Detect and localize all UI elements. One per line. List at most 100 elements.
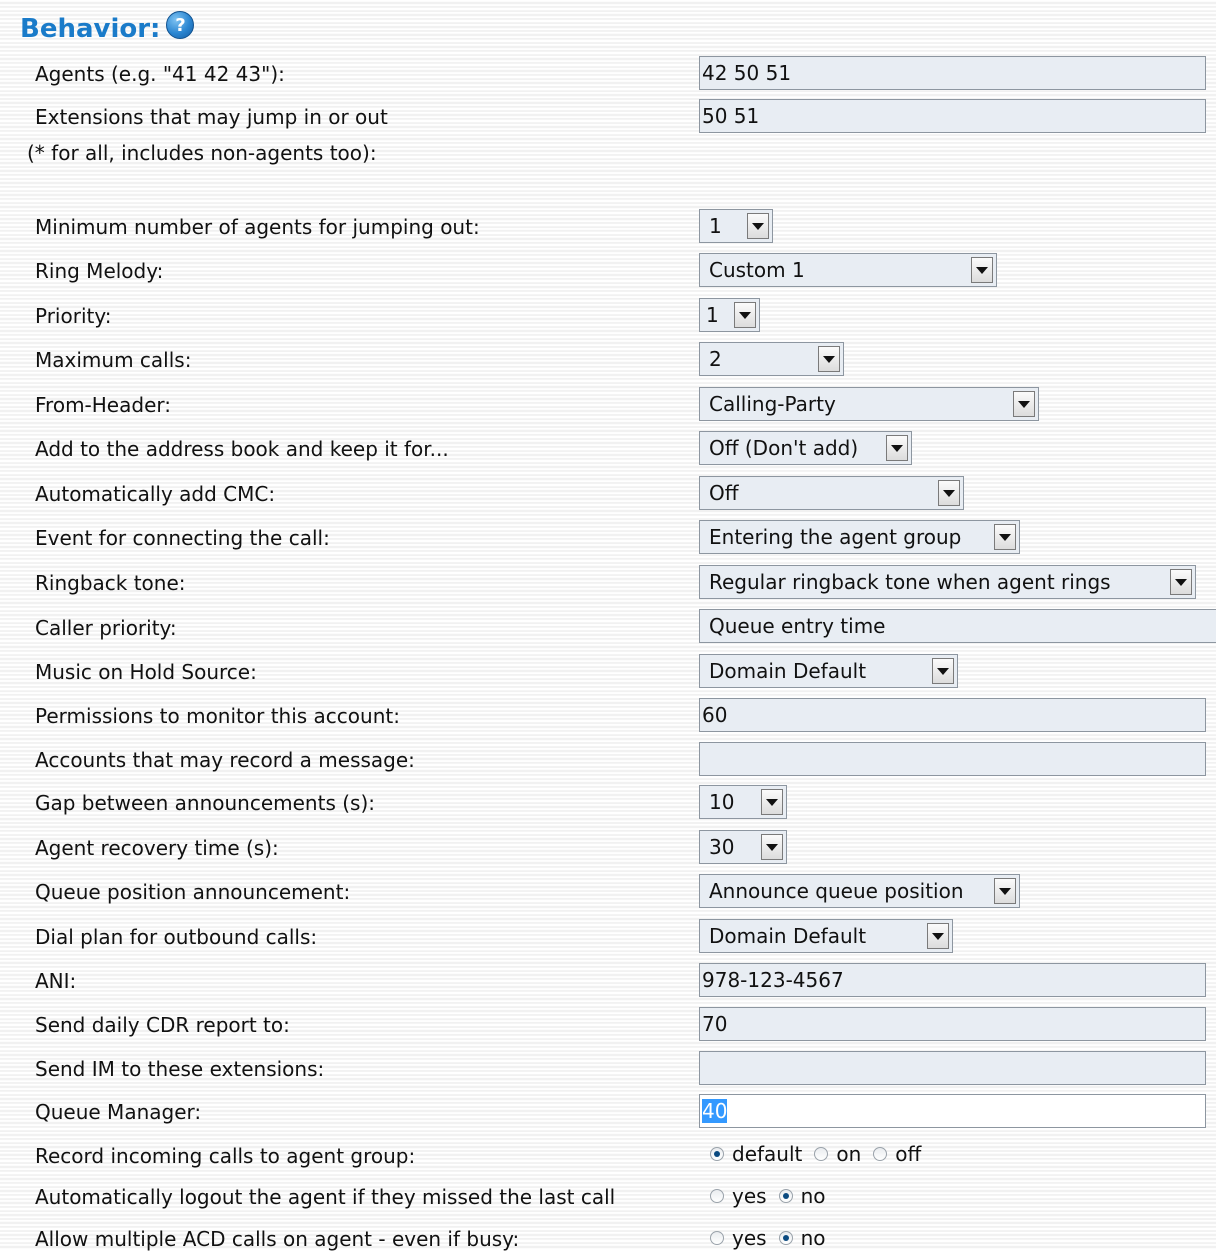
queue-pos-select[interactable]: Announce queue position [699, 874, 1020, 908]
caller-priority-select[interactable]: Queue entry time [699, 609, 1216, 643]
dial-plan-value: Domain Default [709, 924, 867, 948]
multi-acd-label: Allow multiple ACD calls on agent - even… [35, 1227, 520, 1251]
moh-value: Domain Default [709, 659, 867, 683]
max-calls-label: Maximum calls: [35, 348, 192, 372]
priority-select[interactable]: 1 [699, 298, 760, 332]
auto-logout-no-label: no [800, 1184, 826, 1208]
gap-label: Gap between announcements (s): [35, 791, 375, 815]
record-incoming-label: Record incoming calls to agent group: [35, 1144, 416, 1168]
moh-select[interactable]: Domain Default [699, 654, 958, 688]
cmc-label: Automatically add CMC: [35, 482, 276, 506]
section-title: Behavior: ? [20, 11, 195, 44]
multi-acd-no-label: no [800, 1226, 826, 1250]
record-incoming-radios: default on off [710, 1142, 933, 1166]
record-incoming-off-label: off [895, 1142, 922, 1166]
multi-acd-yes-radio[interactable] [710, 1231, 724, 1245]
ring-melody-label: Ring Melody: [35, 259, 164, 283]
priority-value: 1 [706, 303, 719, 327]
chevron-down-icon[interactable] [734, 302, 756, 328]
min-agents-select[interactable]: 1 [699, 209, 773, 243]
record-incoming-default-radio[interactable] [710, 1147, 724, 1161]
address-book-select[interactable]: Off (Don't add) [699, 431, 912, 465]
connect-event-select[interactable]: Entering the agent group [699, 520, 1020, 554]
multi-acd-yes-label: yes [732, 1226, 767, 1250]
multi-acd-no-radio[interactable] [778, 1231, 793, 1245]
auto-logout-radios: yes no [710, 1184, 837, 1208]
from-header-label: From-Header: [35, 393, 171, 417]
queue-manager-input[interactable]: 40 [699, 1094, 1206, 1128]
recovery-value: 30 [709, 835, 735, 859]
record-msg-input[interactable] [699, 742, 1206, 776]
chevron-down-icon[interactable] [747, 213, 769, 239]
queue-pos-value: Announce queue position [709, 879, 964, 903]
auto-logout-yes-label: yes [732, 1184, 767, 1208]
connect-event-value: Entering the agent group [709, 525, 962, 549]
address-book-label: Add to the address book and keep it for.… [35, 437, 449, 461]
multi-acd-radios: yes no [710, 1226, 837, 1250]
chevron-down-icon[interactable] [994, 524, 1016, 550]
chevron-down-icon[interactable] [761, 789, 783, 815]
record-incoming-default-label: default [732, 1142, 803, 1166]
ringback-label: Ringback tone: [35, 571, 186, 595]
extensions-jump-input[interactable] [699, 99, 1206, 133]
dial-plan-select[interactable]: Domain Default [699, 919, 953, 953]
dial-plan-label: Dial plan for outbound calls: [35, 925, 318, 949]
cdr-input[interactable] [699, 1007, 1206, 1041]
moh-label: Music on Hold Source: [35, 660, 257, 684]
chevron-down-icon[interactable] [932, 658, 954, 684]
address-book-value: Off (Don't add) [709, 436, 859, 460]
max-calls-select[interactable]: 2 [699, 342, 844, 376]
extensions-jump-note: (* for all, includes non-agents too): [27, 141, 377, 165]
recovery-select[interactable]: 30 [699, 830, 787, 864]
chevron-down-icon[interactable] [886, 435, 908, 461]
section-title-text: Behavior: [20, 14, 161, 44]
from-header-value: Calling-Party [709, 392, 836, 416]
chevron-down-icon[interactable] [761, 834, 783, 860]
queue-manager-value: 40 [702, 1099, 728, 1123]
record-msg-label: Accounts that may record a message: [35, 748, 415, 772]
gap-value: 10 [709, 790, 735, 814]
chevron-down-icon[interactable] [994, 878, 1016, 904]
connect-event-label: Event for connecting the call: [35, 526, 330, 550]
queue-manager-label: Queue Manager: [35, 1100, 202, 1124]
recovery-label: Agent recovery time (s): [35, 836, 279, 860]
min-agents-label: Minimum number of agents for jumping out… [35, 215, 480, 239]
ringback-value: Regular ringback tone when agent rings [709, 570, 1111, 594]
record-incoming-on-label: on [836, 1142, 862, 1166]
max-calls-value: 2 [709, 347, 722, 371]
question-circle-icon[interactable]: ? [166, 11, 195, 39]
gap-select[interactable]: 10 [699, 785, 787, 819]
chevron-down-icon[interactable] [1170, 569, 1192, 595]
im-label: Send IM to these extensions: [35, 1057, 325, 1081]
chevron-down-icon[interactable] [1013, 391, 1035, 417]
monitor-perm-label: Permissions to monitor this account: [35, 704, 400, 728]
agents-label: Agents (e.g. "41 42 43"): [35, 62, 285, 86]
ani-input[interactable] [699, 963, 1206, 997]
record-incoming-on-radio[interactable] [814, 1147, 829, 1161]
record-incoming-off-radio[interactable] [873, 1147, 888, 1161]
ani-label: ANI: [35, 969, 77, 993]
agents-input[interactable] [699, 56, 1206, 90]
ringback-select[interactable]: Regular ringback tone when agent rings [699, 565, 1196, 599]
im-input[interactable] [699, 1051, 1206, 1085]
cdr-label: Send daily CDR report to: [35, 1013, 290, 1037]
caller-priority-value: Queue entry time [709, 614, 886, 638]
auto-logout-label: Automatically logout the agent if they m… [35, 1185, 616, 1209]
from-header-select[interactable]: Calling-Party [699, 387, 1039, 421]
cmc-select[interactable]: Off [699, 476, 964, 510]
min-agents-value: 1 [709, 214, 722, 238]
ring-melody-value: Custom 1 [709, 258, 805, 282]
chevron-down-icon[interactable] [938, 480, 960, 506]
caller-priority-label: Caller priority: [35, 616, 177, 640]
priority-label: Priority: [35, 304, 112, 328]
queue-pos-label: Queue position announcement: [35, 880, 351, 904]
auto-logout-yes-radio[interactable] [710, 1189, 724, 1203]
chevron-down-icon[interactable] [927, 923, 949, 949]
extensions-jump-label: Extensions that may jump in or out [35, 105, 388, 129]
ring-melody-select[interactable]: Custom 1 [699, 253, 997, 287]
chevron-down-icon[interactable] [971, 257, 993, 283]
monitor-perm-input[interactable] [699, 698, 1206, 732]
auto-logout-no-radio[interactable] [778, 1189, 793, 1203]
chevron-down-icon[interactable] [818, 346, 840, 372]
cmc-value: Off [709, 481, 739, 505]
